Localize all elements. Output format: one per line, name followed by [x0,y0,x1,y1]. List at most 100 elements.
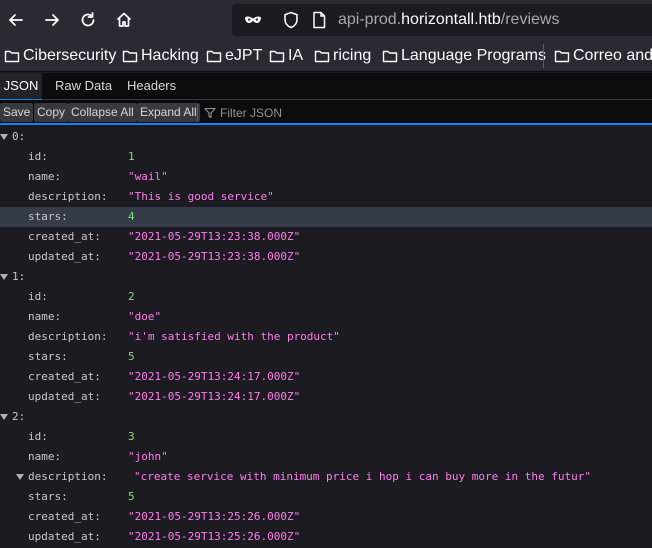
bookmark-folder-hacking[interactable]: Hacking [122,46,199,66]
reload-button[interactable] [74,6,102,34]
json-viewer-tabs: JSON Raw Data Headers [0,73,652,101]
tree-value-string: "This is good service" [128,190,274,203]
tree-value-string: "2021-05-29T13:25:26.000Z" [128,510,301,523]
page-info-icon[interactable] [310,11,328,29]
home-icon [116,12,132,27]
tree-row[interactable]: stars: 5 [0,487,652,507]
tree-value-number: 5 [128,350,135,363]
tree-row[interactable]: updated_at: "2021-05-29T13:24:17.000Z" [0,387,652,407]
filter-json-input[interactable]: Filter JSON [204,103,644,122]
bookmark-label: eJPT [225,47,263,64]
copy-button[interactable]: Copy [34,103,69,122]
bookmark-label: IA [288,47,304,64]
forward-button[interactable] [38,6,66,34]
tree-value-number: 1 [128,150,135,163]
tree-row-index-2[interactable]: 2: [0,407,652,427]
folder-icon [4,50,20,63]
tree-row-highlighted[interactable]: stars: 4 [0,207,652,227]
tree-row[interactable]: id: 3 [0,427,652,447]
tree-key: name: [28,310,62,323]
tree-index-key: 0: [12,130,26,143]
tree-row[interactable]: created_at: "2021-05-29T13:24:17.000Z" [0,367,652,387]
filter-placeholder: Filter JSON [220,105,283,120]
tree-row[interactable]: created_at: "2021-05-29T13:25:26.000Z" [0,507,652,527]
tree-row-index-0[interactable]: 0: [0,127,652,147]
tree-key: created_at: [28,370,101,383]
tree-key: id: [28,150,48,163]
back-button[interactable] [2,6,30,34]
folder-icon [382,50,398,63]
tree-row[interactable]: name: "doe" [0,307,652,327]
tab-raw-data[interactable]: Raw Data [55,73,112,100]
url-bar[interactable]: api-prod.horizontall.htb/reviews [232,4,652,36]
bookmark-folder-ricing[interactable]: ricing [314,46,371,66]
save-button[interactable]: Save [0,103,34,122]
tree-value-string: "wail" [128,170,168,183]
tree-row[interactable]: name: "wail" [0,167,652,187]
tree-key: updated_at: [28,530,101,543]
tree-key: updated_at: [28,250,101,263]
tree-row[interactable]: description: "i'm satisfied with the pro… [0,327,652,347]
tree-key: created_at: [28,230,101,243]
tracking-mask-icon[interactable] [244,11,262,29]
folder-icon [206,50,222,63]
tree-index-key: 1: [12,270,26,283]
bookmarks-toolbar: Cibersecurity Hacking eJPT IA ricing Lan… [0,40,652,72]
bookmark-folder-ejpt[interactable]: eJPT [206,46,262,66]
tab-headers[interactable]: Headers [127,73,176,100]
navigation-bar: api-prod.horizontall.htb/reviews [0,0,652,40]
bookmark-label: Correo and a [573,47,652,64]
tree-key: stars: [28,350,68,363]
tree-index-key: 2: [12,410,26,423]
tree-row[interactable]: created_at: "2021-05-29T13:23:38.000Z" [0,227,652,247]
url-prefix: api-prod. [338,11,402,28]
tree-row-index-1[interactable]: 1: [0,267,652,287]
url-text[interactable]: api-prod.horizontall.htb/reviews [338,11,559,29]
tree-key: id: [28,290,48,303]
bookmark-folder-cibersecurity[interactable]: Cibersecurity [4,46,116,66]
toolbar-separator [197,104,198,121]
tree-key: stars: [28,210,68,223]
tree-value-string: "john" [128,450,168,463]
tab-json[interactable]: JSON [0,73,42,101]
bookmark-label: Language Programs [401,47,546,64]
back-arrow-icon [9,14,23,26]
shield-icon[interactable] [282,11,300,29]
tree-key: id: [28,430,48,443]
tree-row[interactable]: stars: 5 [0,347,652,367]
expand-arrow-icon[interactable] [16,474,24,480]
tree-value-number: 5 [128,490,135,503]
tree-value-string: "2021-05-29T13:24:17.000Z" [128,390,301,403]
tree-value-number: 3 [128,430,135,443]
bookmark-folder-language-programs[interactable]: Language Programs [382,46,546,66]
forward-arrow-icon [45,14,59,26]
expand-arrow-icon[interactable] [0,134,8,140]
tree-row[interactable]: description: "create service with minimu… [0,467,652,487]
tree-key: description: [28,190,108,203]
tree-row[interactable]: description: "This is good service" [0,187,652,207]
tree-row[interactable]: id: 1 [0,147,652,167]
tree-key: description: [28,330,108,343]
filter-icon [204,107,216,118]
bookmark-folder-correo[interactable]: Correo and a [554,46,652,66]
tree-key: name: [28,170,62,183]
tree-row[interactable]: name: "john" [0,447,652,467]
url-path: /reviews [500,11,560,28]
bookmark-folder-ia[interactable]: IA [269,46,303,66]
json-tree: 0: id: 1 name: "wail" description: "This… [0,127,652,548]
expand-arrow-icon[interactable] [0,414,8,420]
url-host: horizontall.htb [401,11,501,28]
expand-all-button[interactable]: Expand All [137,103,200,122]
tree-row[interactable]: id: 2 [0,287,652,307]
expand-arrow-icon[interactable] [0,274,8,280]
tree-value-string: "2021-05-29T13:25:26.000Z" [128,530,301,543]
tree-value-string: "i'm satisfied with the product" [128,330,340,343]
home-button[interactable] [110,6,138,34]
tree-row[interactable]: updated_at: "2021-05-29T13:23:38.000Z" [0,247,652,267]
tree-key: updated_at: [28,390,101,403]
tree-value-number: 2 [128,290,135,303]
bookmark-label: Hacking [141,47,199,64]
tree-row[interactable]: updated_at: "2021-05-29T13:25:26.000Z" [0,527,652,547]
tree-value-string: "2021-05-29T13:24:17.000Z" [128,370,301,383]
collapse-all-button[interactable]: Collapse All [68,103,137,122]
